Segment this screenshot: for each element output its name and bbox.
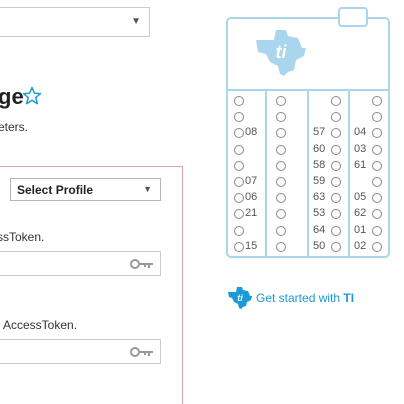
pin-number-label: 21	[245, 207, 258, 219]
pin-number-label: 64	[313, 224, 326, 236]
token-field-label-1: ssToken.	[0, 230, 45, 244]
pin-header	[234, 96, 244, 106]
pin-header	[372, 112, 382, 122]
pin-header	[276, 161, 286, 171]
pin-header	[372, 161, 382, 171]
token-input-1[interactable]	[0, 251, 161, 276]
pin-header	[234, 209, 244, 219]
pin-number-label: 05	[354, 191, 367, 203]
page-description: eters.	[0, 120, 29, 134]
pin-header	[234, 226, 244, 236]
pin-header	[331, 112, 341, 122]
pin-header	[234, 193, 244, 203]
pin-number-label: 63	[313, 191, 326, 203]
pin-header	[276, 177, 286, 187]
pin-header	[234, 177, 244, 187]
board-tab	[338, 7, 368, 27]
pin-header	[331, 96, 341, 106]
top-dropdown[interactable]: ▼	[0, 7, 150, 37]
key-icon[interactable]	[130, 258, 154, 270]
pin-number-label: 60	[313, 143, 326, 155]
pin-number-label: 59	[313, 175, 326, 187]
pin-header	[372, 96, 382, 106]
pin-header	[372, 242, 382, 252]
pin-header	[331, 128, 341, 138]
pin-header	[276, 112, 286, 122]
profile-panel	[0, 166, 183, 404]
star-icon[interactable]	[22, 86, 42, 106]
pin-header	[276, 226, 286, 236]
get-started-text: Get started with	[256, 291, 344, 305]
pin-number-label: 07	[245, 175, 258, 187]
pin-header	[234, 145, 244, 155]
pin-number-label: 57	[313, 126, 326, 138]
pin-header	[276, 242, 286, 252]
pin-number-label: 58	[313, 159, 326, 171]
select-profile-label: Select Profile	[17, 183, 94, 197]
pin-header	[331, 226, 341, 236]
pin-header	[276, 145, 286, 155]
pin-header	[372, 226, 382, 236]
pin-header	[331, 177, 341, 187]
ti-logo-icon[interactable]: ti	[227, 285, 253, 309]
key-icon[interactable]	[130, 346, 154, 358]
board-column-divider	[307, 91, 309, 258]
pin-header	[372, 193, 382, 203]
chevron-down-icon: ▼	[131, 16, 141, 27]
pin-header	[331, 145, 341, 155]
pin-header	[276, 209, 286, 219]
token-field-label-2: AccessToken.	[3, 318, 78, 332]
pin-header	[331, 193, 341, 203]
svg-text:ti: ti	[237, 293, 243, 303]
pin-header	[234, 161, 244, 171]
pin-number-label: 06	[245, 191, 258, 203]
pin-header	[234, 128, 244, 138]
token-input-2[interactable]	[0, 339, 161, 364]
ti-logo-icon: ti	[256, 30, 306, 76]
pin-header	[372, 209, 382, 219]
pin-header	[331, 242, 341, 252]
pin-header	[276, 96, 286, 106]
pin-header	[372, 145, 382, 155]
pin-header	[234, 112, 244, 122]
pin-header	[372, 177, 382, 187]
pin-header	[234, 242, 244, 252]
page-title: ge	[0, 84, 24, 109]
board-column-divider	[348, 91, 350, 258]
pin-header	[372, 128, 382, 138]
get-started-link[interactable]: Get started with TI	[256, 291, 354, 305]
get-started-brand: TI	[343, 291, 355, 305]
pin-number-label: 01	[354, 224, 367, 236]
pin-number-label: 62	[354, 207, 367, 219]
pin-header	[331, 209, 341, 219]
pin-number-label: 15	[245, 240, 258, 252]
pin-number-label: 04	[354, 126, 367, 138]
pin-number-label: 08	[245, 126, 258, 138]
select-profile-dropdown[interactable]: Select Profile ▼	[10, 178, 161, 201]
pin-number-label: 50	[313, 240, 326, 252]
pin-number-label: 61	[354, 159, 367, 171]
pin-number-label: 53	[313, 207, 326, 219]
board-column-divider	[265, 91, 267, 258]
pin-number-label: 03	[354, 143, 367, 155]
pin-header	[331, 161, 341, 171]
pin-header	[276, 193, 286, 203]
pin-number-label: 02	[354, 240, 367, 252]
chevron-down-icon: ▼	[143, 184, 152, 194]
svg-text:ti: ti	[276, 42, 288, 62]
pin-header	[276, 128, 286, 138]
